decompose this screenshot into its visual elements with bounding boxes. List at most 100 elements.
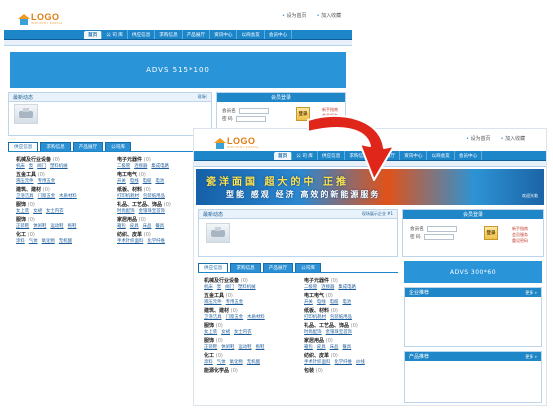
subcategory-link[interactable]: 开关 bbox=[304, 299, 313, 305]
login-button[interactable]: 登录 bbox=[484, 226, 498, 240]
category-title-link[interactable]: 能源化学品 (0) bbox=[204, 367, 298, 374]
subcategory-link[interactable]: 女上装 bbox=[204, 329, 217, 335]
subcategory-link[interactable]: 女士内衣 bbox=[46, 208, 64, 214]
category-title-link[interactable]: 化工 (0) bbox=[204, 352, 298, 359]
subcategory-link[interactable]: 无机酸 bbox=[247, 359, 260, 365]
nav-buy[interactable]: 求购信息 bbox=[155, 30, 183, 39]
password-input[interactable] bbox=[235, 116, 266, 122]
subcategory-link[interactable]: 皮具 bbox=[317, 344, 326, 350]
subcategory-link[interactable]: 涂料 bbox=[204, 359, 213, 365]
ad-banner-515[interactable]: ADVS 515*100 bbox=[10, 52, 346, 88]
category-title-link[interactable]: 机械及行业设备 (0) bbox=[16, 156, 111, 163]
subcategory-link[interactable]: 皮具 bbox=[130, 223, 139, 229]
subcategory-link[interactable]: 机床 bbox=[16, 163, 25, 169]
subcategory-link[interactable]: 专用五金 bbox=[38, 178, 56, 184]
subcategory-link[interactable]: 电缆 bbox=[330, 299, 339, 305]
product-thumbnail[interactable] bbox=[206, 223, 230, 243]
nav-companies[interactable]: 公 司 库 bbox=[102, 30, 128, 39]
subcategory-link[interactable]: 女上装 bbox=[16, 208, 29, 214]
subcategory-link[interactable]: 开关 bbox=[117, 178, 126, 184]
subcategory-link[interactable]: 二极管 bbox=[117, 163, 130, 169]
set-homepage-link[interactable]: 设为首页 bbox=[282, 12, 307, 19]
category-title-link[interactable]: 五金工具 (0) bbox=[204, 292, 298, 299]
category-title-link[interactable]: 家居用品 (0) bbox=[304, 337, 398, 344]
subcategory-link[interactable]: 拖鞋 bbox=[256, 344, 265, 350]
subcategory-link[interactable]: 连接器 bbox=[321, 284, 334, 290]
subcategory-link[interactable]: 餐具 bbox=[342, 344, 351, 350]
category-title-link[interactable]: 化工 (0) bbox=[16, 231, 111, 238]
subcategory-link[interactable]: 电线 bbox=[130, 178, 139, 184]
subcategory-link[interactable]: 卫浴洁具 bbox=[16, 193, 34, 199]
subcategory-link[interactable]: 泵 bbox=[29, 163, 33, 169]
category-title-link[interactable]: 服饰 (0) bbox=[16, 201, 111, 208]
subcategory-link[interactable]: 手术针织面料 bbox=[304, 359, 330, 365]
subcategory-link[interactable]: 集成电路 bbox=[151, 163, 169, 169]
site-logo[interactable]: LOGO INDUSTRY PORTAL bbox=[18, 13, 63, 25]
subcategory-link[interactable]: 拖鞋 bbox=[68, 223, 77, 229]
subcategory-link[interactable]: 打印机耗材 bbox=[304, 314, 326, 320]
subcategory-link[interactable]: 二极管 bbox=[304, 284, 317, 290]
category-title-link[interactable]: 机械及行业设备 (0) bbox=[204, 277, 298, 284]
news-more-link[interactable]: 现场展示企业 #1 bbox=[362, 211, 393, 217]
subcategory-link[interactable]: 时尚配饰 bbox=[304, 329, 322, 335]
category-title-link[interactable]: 建筑、建材 (0) bbox=[16, 186, 111, 193]
subcategory-link[interactable]: 无机酸 bbox=[59, 238, 72, 244]
subcategory-link[interactable]: 纱线 bbox=[356, 359, 365, 365]
username-input[interactable] bbox=[426, 226, 457, 232]
nav-community[interactable]: 以商会友 bbox=[237, 30, 265, 39]
nav-home[interactable]: 首页 bbox=[274, 152, 293, 160]
subcategory-link[interactable]: 塑料机械 bbox=[238, 284, 256, 290]
subcategory-link[interactable]: 休闲鞋 bbox=[221, 344, 234, 350]
product-more-link[interactable]: 更多 bbox=[525, 354, 537, 360]
subcategory-link[interactable]: 木质材料 bbox=[59, 193, 77, 199]
category-title-link[interactable]: 电工电气 (0) bbox=[304, 292, 398, 299]
news-more-link[interactable]: 现场( bbox=[197, 94, 207, 100]
subcategory-link[interactable]: 电线 bbox=[317, 299, 326, 305]
subcategory-link[interactable]: 阀门 bbox=[37, 163, 46, 169]
subcategory-link[interactable]: 液压元件 bbox=[204, 299, 222, 305]
subcategory-link[interactable]: 箱包 bbox=[304, 344, 313, 350]
subcategory-link[interactable]: 正装鞋 bbox=[16, 223, 29, 229]
add-favorite-link[interactable]: 加入收藏 bbox=[501, 135, 525, 142]
subcategory-link[interactable]: 连接器 bbox=[134, 163, 147, 169]
product-thumbnail[interactable] bbox=[14, 104, 38, 124]
add-favorite-link[interactable]: 加入收藏 bbox=[317, 12, 341, 19]
password-input[interactable] bbox=[423, 234, 454, 240]
nav-supply[interactable]: 供应信息 bbox=[128, 30, 156, 39]
subcategory-link[interactable]: 女士内衣 bbox=[234, 329, 252, 335]
subcategory-link[interactable]: 床品 bbox=[143, 223, 152, 229]
subcategory-link[interactable]: 金银珠宝首饰 bbox=[326, 329, 352, 335]
username-input[interactable] bbox=[238, 108, 269, 114]
category-title-link[interactable]: 服饰 (0) bbox=[16, 216, 111, 223]
category-title-link[interactable]: 服饰 (0) bbox=[204, 322, 298, 329]
subcategory-link[interactable]: 涂料 bbox=[16, 238, 25, 244]
subcategory-link[interactable]: 泵 bbox=[217, 284, 221, 290]
category-title-link[interactable]: 电子元器件 (0) bbox=[304, 277, 398, 284]
category-title-link[interactable]: 五金工具 (0) bbox=[16, 171, 111, 178]
subcategory-link[interactable]: 电池 bbox=[342, 299, 351, 305]
subcategory-link[interactable]: 床品 bbox=[330, 344, 339, 350]
subcategory-link[interactable]: 塑料机械 bbox=[50, 163, 68, 169]
subcategory-link[interactable]: 门窗五金 bbox=[38, 193, 56, 199]
subcategory-link[interactable]: 箱包 bbox=[117, 223, 126, 229]
subcategory-link[interactable]: 电池 bbox=[155, 178, 164, 184]
subcategory-link[interactable]: 氧化物 bbox=[42, 238, 55, 244]
subcategory-link[interactable]: 气体 bbox=[29, 238, 38, 244]
category-title-link[interactable]: 礼品、工艺品、饰品 (0) bbox=[304, 322, 398, 329]
subcategory-link[interactable]: 金银珠宝首饰 bbox=[139, 208, 165, 214]
subcategory-link[interactable]: 化学纤维 bbox=[334, 359, 352, 365]
company-more-link[interactable]: 更多 bbox=[525, 290, 537, 296]
nav-members[interactable]: 会员中心 bbox=[455, 151, 483, 160]
nav-community[interactable]: 以商会友 bbox=[427, 151, 455, 160]
nav-news[interactable]: 资讯中心 bbox=[210, 30, 238, 39]
subcategory-link[interactable]: 专用五金 bbox=[226, 299, 244, 305]
subcategory-link[interactable]: 运动鞋 bbox=[50, 223, 63, 229]
subcategory-link[interactable]: 集成电路 bbox=[338, 284, 356, 290]
nav-home[interactable]: 首页 bbox=[84, 31, 103, 39]
subcategory-link[interactable]: 女裙 bbox=[221, 329, 230, 335]
subcategory-link[interactable]: 女裙 bbox=[33, 208, 42, 214]
ad-banner-300[interactable]: ADVS 300*60 bbox=[404, 261, 542, 283]
subcategory-link[interactable]: 正装鞋 bbox=[204, 344, 217, 350]
subcategory-link[interactable]: 气体 bbox=[217, 359, 226, 365]
set-homepage-link[interactable]: 设为首页 bbox=[466, 135, 491, 142]
